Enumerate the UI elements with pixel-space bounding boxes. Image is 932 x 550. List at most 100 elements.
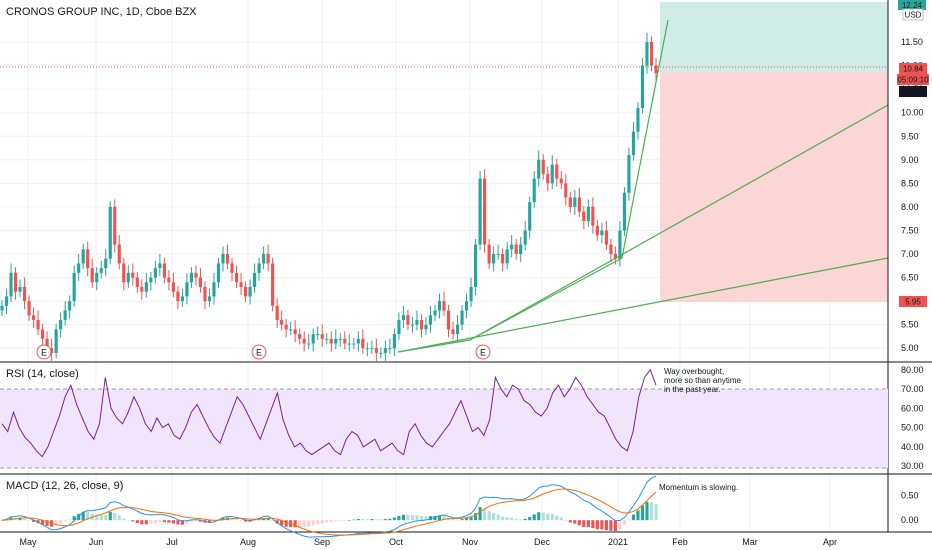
- candle-body: [248, 286, 252, 297]
- candle-body: [36, 319, 40, 330]
- candle-body: [451, 329, 455, 335]
- macd-bar: [532, 514, 536, 521]
- macd-bar: [487, 511, 491, 521]
- macd-bar: [645, 501, 649, 521]
- price-tick-label: 11.50: [901, 37, 923, 47]
- earnings-marker-label: E: [256, 348, 262, 358]
- macd-bar: [505, 517, 509, 521]
- rsi-pane-title[interactable]: RSI (14, close): [6, 368, 79, 380]
- macd-pane-title[interactable]: MACD (12, 26, close, 9): [6, 480, 123, 492]
- candle-body: [243, 286, 248, 297]
- candle-body: [13, 272, 18, 292]
- macd-bar: [392, 517, 396, 521]
- date-tick-label: Dec: [534, 537, 551, 547]
- candle-body: [81, 249, 85, 264]
- candle-body: [609, 244, 613, 255]
- macd-bar: [153, 520, 157, 523]
- candle-body: [189, 272, 194, 283]
- macd-bar: [501, 516, 505, 521]
- candle-body: [234, 272, 239, 283]
- date-tick-label: Jul: [166, 537, 178, 547]
- price-tick-label: 5.50: [901, 320, 919, 330]
- macd-bar: [239, 520, 243, 521]
- macd-bar: [537, 512, 541, 521]
- candle-body: [352, 343, 356, 345]
- macd-bar: [334, 520, 338, 522]
- date-tick-label: Mar: [742, 537, 758, 547]
- macd-bar: [460, 519, 464, 521]
- candle-body: [149, 277, 153, 283]
- candle-body: [392, 334, 396, 349]
- candle-body: [577, 197, 581, 212]
- candle-body: [302, 338, 306, 344]
- candle-body: [117, 244, 121, 264]
- candle-body: [198, 277, 203, 287]
- candle-body: [374, 348, 378, 353]
- macd-bar: [419, 515, 424, 521]
- candle-body: [370, 348, 374, 350]
- candle-body: [0, 305, 4, 311]
- macd-bar: [356, 519, 360, 521]
- time-axis[interactable]: May Jun Jul Aug Sep Oct Nov Dec 2021 Feb Mar Apr: [19, 537, 837, 547]
- macd-axis[interactable]: 0.50 0.00: [901, 491, 919, 526]
- price-tick-label: 9.50: [901, 131, 919, 141]
- chart-canvas[interactable]: E E E 11.5011.0010.5010.009.509.008.508.…: [0, 0, 932, 550]
- trendline-base: [397, 339, 471, 353]
- macd-bar: [582, 520, 586, 528]
- rsi-axis[interactable]: 80.00 70.00 60.00 50.00 40.00 30.00: [901, 365, 924, 471]
- candle-body: [4, 296, 9, 306]
- candle-body: [406, 315, 410, 325]
- candle-body: [424, 324, 428, 330]
- candle-body: [383, 348, 387, 353]
- candle-body: [428, 315, 433, 325]
- price-tick-label: 7.50: [901, 225, 919, 235]
- candle-body: [492, 254, 496, 264]
- candle-body: [415, 319, 419, 325]
- macd-bar: [361, 519, 365, 521]
- candle-body: [519, 244, 523, 255]
- candle-body: [31, 315, 36, 320]
- candle-body: [126, 272, 130, 283]
- macd-bar: [455, 519, 460, 521]
- candle-body: [212, 282, 216, 297]
- rsi-note-line: more so than anytime: [664, 376, 741, 385]
- candle-body: [437, 301, 442, 311]
- candle-body: [320, 334, 324, 339]
- candle-body: [347, 343, 351, 345]
- macd-bar: [604, 520, 608, 531]
- macd-bar: [131, 520, 135, 522]
- candle-body: [649, 42, 654, 66]
- macd-bar: [108, 511, 112, 521]
- candle-body: [230, 263, 234, 273]
- candle-body: [586, 206, 590, 222]
- target-price-label: 12.24: [902, 1, 923, 10]
- candle-body: [469, 286, 473, 302]
- candle-body: [72, 272, 76, 302]
- macd-bar: [496, 514, 500, 521]
- macd-bar: [284, 520, 288, 527]
- macd-bar: [636, 510, 640, 521]
- candle-body: [325, 338, 329, 340]
- countdown-label: 05:09:10: [897, 76, 929, 85]
- macd-bar: [140, 520, 144, 525]
- macd-bar: [451, 519, 455, 521]
- candle-body: [171, 282, 175, 292]
- macd-bar: [374, 519, 378, 521]
- rsi-tick-label: 40.00: [901, 442, 924, 452]
- chart-title[interactable]: CRONOS GROUP INC, 1D, Cboe BZX: [6, 6, 197, 18]
- candle-body: [510, 244, 514, 250]
- candle-body: [600, 230, 604, 236]
- macd-bar: [113, 512, 117, 521]
- candle-body: [153, 268, 157, 278]
- candle-body: [280, 319, 284, 325]
- macd-bar: [365, 519, 369, 521]
- candle-body: [140, 286, 144, 292]
- macd-bar: [343, 520, 347, 521]
- candle-body: [401, 315, 405, 320]
- macd-bar: [99, 514, 103, 521]
- candle-body: [528, 202, 532, 231]
- macd-bar: [510, 517, 514, 521]
- macd-bar: [257, 519, 261, 521]
- date-tick-label: Nov: [462, 537, 479, 547]
- macd-bar: [464, 518, 469, 521]
